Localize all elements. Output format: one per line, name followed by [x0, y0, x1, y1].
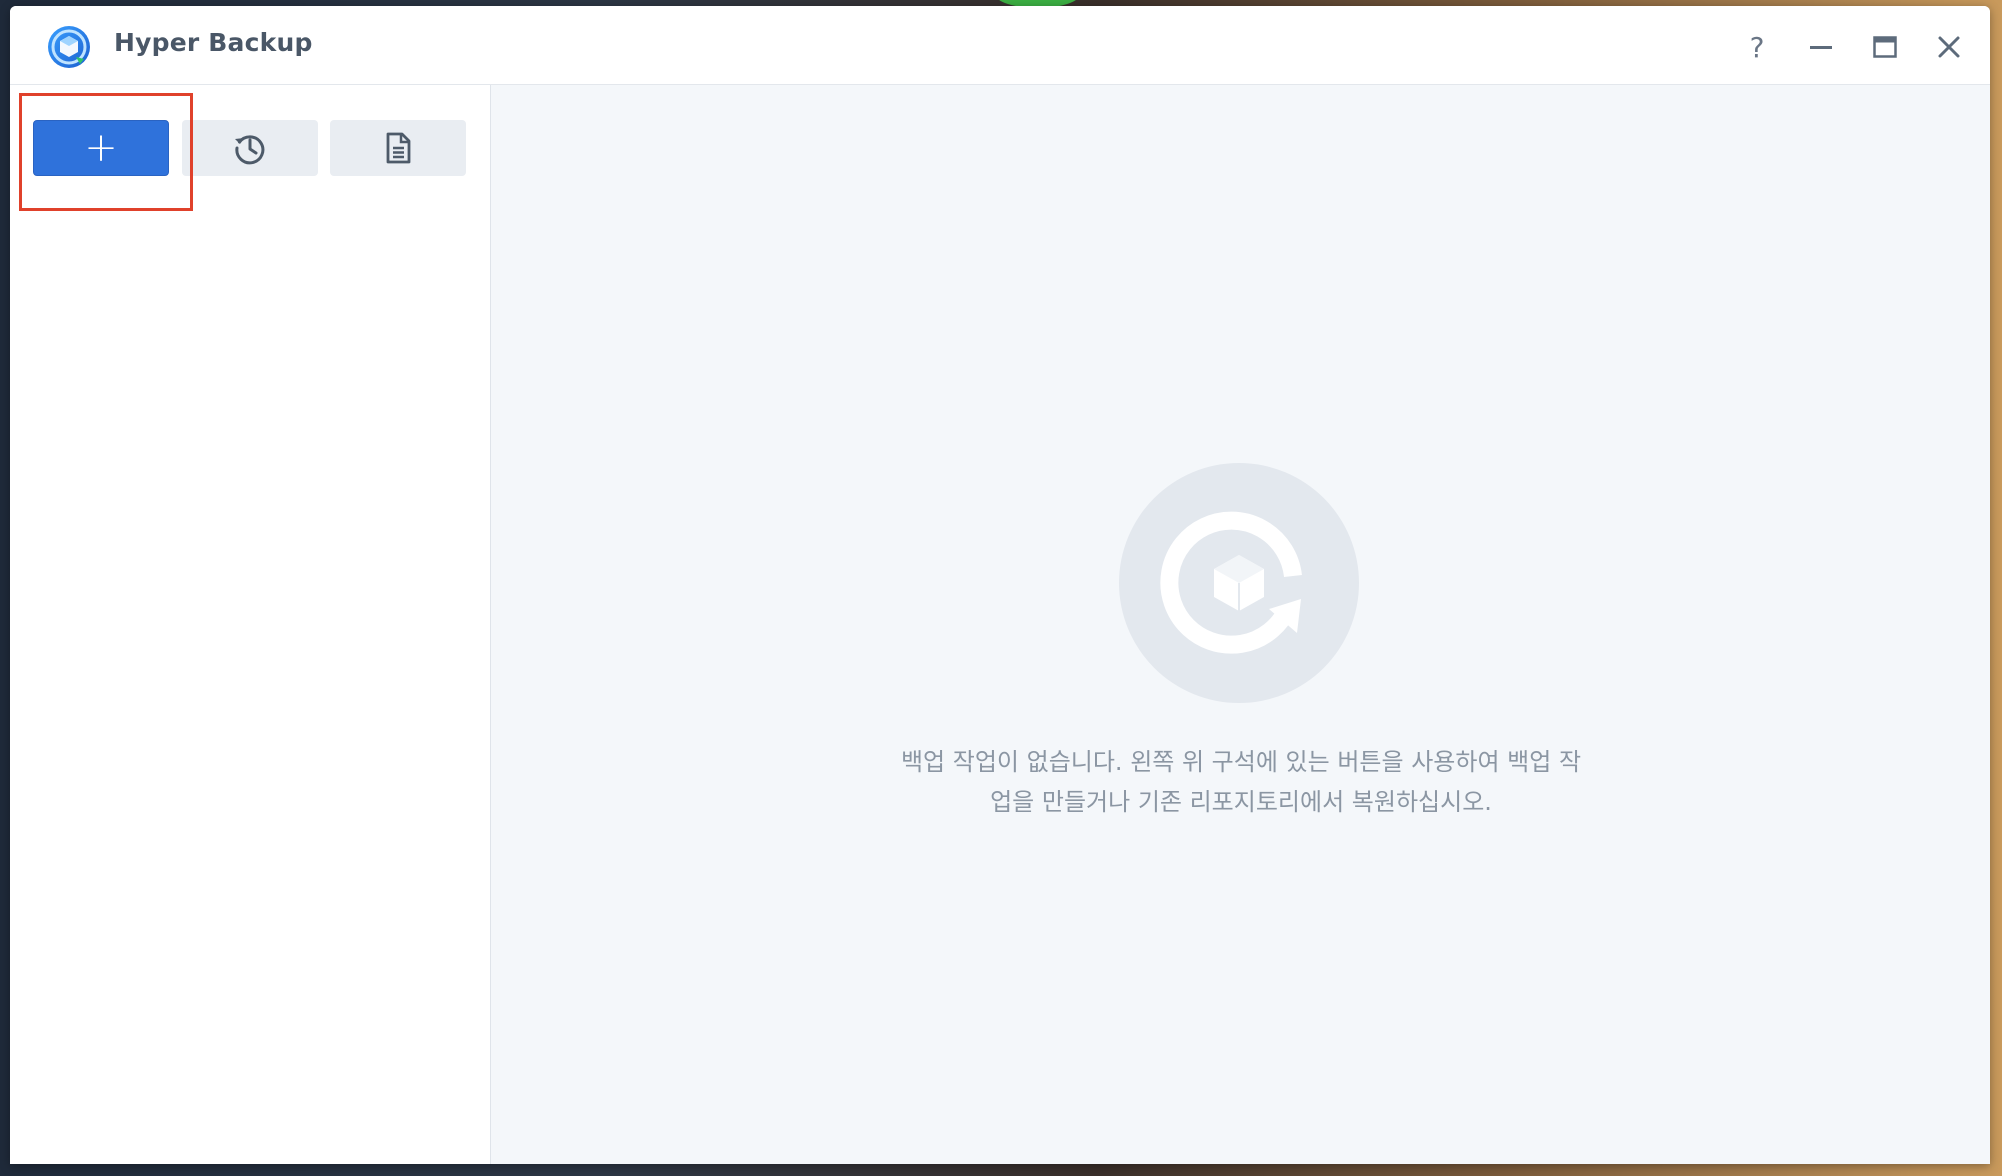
close-icon — [1938, 36, 1960, 58]
help-button[interactable]: ? — [1736, 26, 1778, 68]
empty-state-message: 백업 작업이 없습니다. 왼쪽 위 구석에 있는 버튼을 사용하여 백업 작업을… — [900, 748, 1582, 816]
window-title: Hyper Backup — [114, 28, 313, 57]
help-icon: ? — [1749, 30, 1765, 64]
restore-button[interactable] — [182, 120, 318, 176]
title-bar: Hyper Backup ? — [10, 6, 1990, 85]
plus-icon: + — [84, 125, 118, 171]
minimize-button[interactable] — [1800, 26, 1842, 68]
minimize-icon — [1810, 46, 1832, 49]
task-sidebar: + — [10, 85, 491, 1164]
maximize-button[interactable] — [1864, 26, 1906, 68]
main-panel: 백업 작업이 없습니다. 왼쪽 위 구석에 있는 버튼을 사용하여 백업 작업을… — [491, 85, 1990, 1164]
history-icon — [235, 135, 265, 165]
hyper-backup-logo-icon — [48, 26, 90, 68]
desktop-background: Hyper Backup ? + 백업 작업이 없습니다. 왼쪽 위 구석에 있… — [0, 0, 2002, 1176]
maximize-icon — [1873, 36, 1897, 58]
close-button[interactable] — [1928, 26, 1970, 68]
app-window: Hyper Backup ? + 백업 작업이 없습니다. 왼쪽 위 구석에 있… — [10, 6, 1990, 1164]
backup-empty-icon — [1119, 463, 1359, 703]
window-controls: ? — [1736, 26, 1970, 68]
log-button[interactable] — [330, 120, 466, 176]
document-icon — [386, 132, 411, 164]
create-backup-button[interactable]: + — [33, 120, 169, 176]
